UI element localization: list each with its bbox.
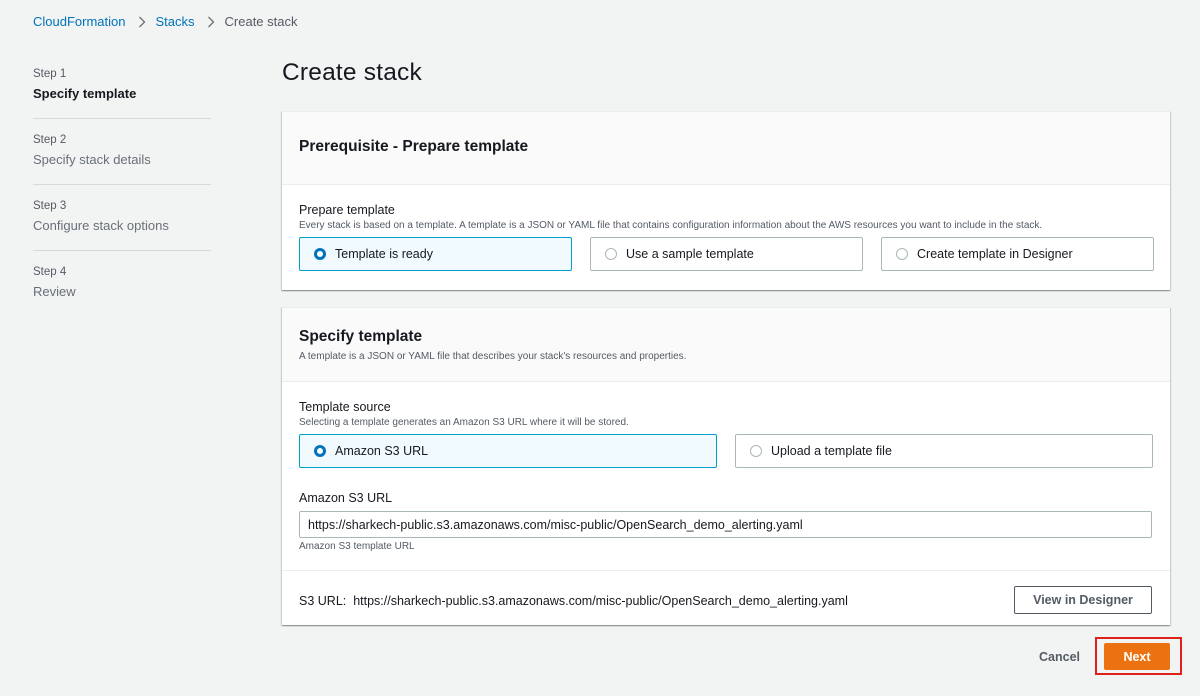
- chevron-right-icon: [138, 16, 146, 28]
- radio-icon[interactable]: [750, 445, 762, 457]
- panel-header: Specify template A template is a JSON or…: [282, 308, 1170, 382]
- step-number: Step 2: [33, 134, 67, 146]
- step-1: Step 1 Specify template: [33, 68, 211, 119]
- cancel-button[interactable]: Cancel: [1039, 650, 1080, 664]
- wizard-steps: Step 1 Specify template Step 2 Specify s…: [33, 67, 211, 332]
- s3-url-display-value: https://sharkech-public.s3.amazonaws.com…: [353, 594, 848, 608]
- prerequisite-panel: Prerequisite - Prepare template Prepare …: [282, 111, 1170, 290]
- option-upload-file[interactable]: Upload a template file: [735, 434, 1153, 468]
- breadcrumb-stacks[interactable]: Stacks: [156, 14, 195, 29]
- view-in-designer-button[interactable]: View in Designer: [1014, 586, 1152, 614]
- next-button[interactable]: Next: [1104, 643, 1170, 670]
- step-3: Step 3 Configure stack options: [33, 200, 211, 251]
- breadcrumb: CloudFormation Stacks Create stack: [33, 14, 298, 29]
- page-title: Create stack: [282, 59, 422, 86]
- step-number: Step 4: [33, 266, 67, 278]
- step-title: Review: [33, 284, 76, 299]
- step-title: Specify stack details: [33, 152, 151, 167]
- divider: [282, 570, 1170, 571]
- step-number: Step 3: [33, 200, 67, 212]
- field-label: Template source: [299, 400, 391, 414]
- step-title: Specify template: [33, 86, 137, 101]
- step-title: Configure stack options: [33, 218, 169, 233]
- panel-title: Specify template: [299, 328, 423, 345]
- s3-url-display-label: S3 URL:: [299, 594, 347, 608]
- option-s3-url[interactable]: Amazon S3 URL: [299, 434, 717, 468]
- panel-header: Prerequisite - Prepare template: [282, 112, 1170, 185]
- radio-selected-icon[interactable]: [314, 445, 326, 457]
- field-description: Selecting a template generates an Amazon…: [299, 417, 629, 428]
- specify-template-panel: Specify template A template is a JSON or…: [282, 307, 1170, 625]
- prepare-template-options: Template is ready Use a sample template …: [299, 237, 1154, 271]
- option-sample-template[interactable]: Use a sample template: [590, 237, 863, 271]
- option-label: Create template in Designer: [917, 247, 1073, 261]
- step-2: Step 2 Specify stack details: [33, 134, 211, 185]
- s3-url-input[interactable]: [299, 511, 1152, 538]
- option-label: Template is ready: [335, 247, 433, 261]
- field-label: Prepare template: [299, 203, 395, 217]
- option-label: Amazon S3 URL: [335, 444, 429, 458]
- s3-url-hint: Amazon S3 template URL: [299, 541, 415, 552]
- breadcrumb-cloudformation[interactable]: CloudFormation: [33, 14, 126, 29]
- prepare-template-field: Prepare template Every stack is based on…: [299, 203, 1042, 231]
- panel-description: A template is a JSON or YAML file that d…: [299, 351, 687, 362]
- panel-title: Prerequisite - Prepare template: [299, 138, 529, 155]
- radio-icon[interactable]: [896, 248, 908, 260]
- chevron-right-icon: [207, 16, 215, 28]
- option-label: Use a sample template: [626, 247, 754, 261]
- s3-url-label: Amazon S3 URL: [299, 491, 393, 505]
- field-description: Every stack is based on a template. A te…: [299, 220, 1043, 231]
- option-template-ready[interactable]: Template is ready: [299, 237, 572, 271]
- s3-url-display: S3 URL: https://sharkech-public.s3.amazo…: [299, 594, 848, 608]
- step-4: Step 4 Review: [33, 266, 211, 317]
- option-label: Upload a template file: [771, 444, 892, 458]
- template-source-field: Template source Selecting a template gen…: [299, 400, 629, 428]
- radio-selected-icon[interactable]: [314, 248, 326, 260]
- radio-icon[interactable]: [605, 248, 617, 260]
- step-number: Step 1: [33, 68, 67, 80]
- option-designer[interactable]: Create template in Designer: [881, 237, 1154, 271]
- breadcrumb-current: Create stack: [224, 14, 298, 29]
- template-source-options: Amazon S3 URL Upload a template file: [299, 434, 1153, 468]
